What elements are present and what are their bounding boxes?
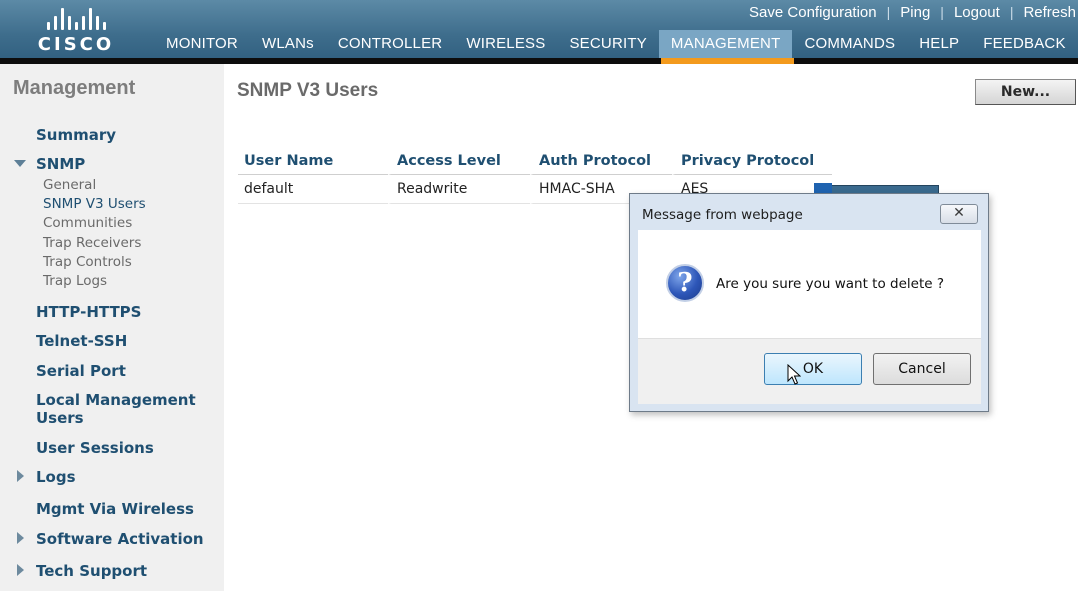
nav-security[interactable]: SECURITY	[557, 30, 658, 58]
sidebar-item-snmp[interactable]: SNMP	[36, 155, 85, 173]
logout-link[interactable]: Logout	[954, 4, 1000, 21]
utility-links: Save Configuration | Ping | Logout | Ref…	[749, 3, 1076, 21]
link-separator: |	[886, 4, 891, 20]
ok-button[interactable]: OK	[764, 353, 862, 385]
top-header: CISCO Save Configuration | Ping | Logout…	[0, 0, 1078, 64]
nav-management[interactable]: MANAGEMENT	[658, 30, 793, 58]
column-header-auth-protocol: Auth Protocol	[530, 148, 672, 175]
column-header-privacy-protocol: Privacy Protocol	[672, 148, 832, 175]
refresh-link[interactable]: Refresh	[1023, 4, 1076, 21]
sidebar-subitem-communities[interactable]: Communities	[43, 215, 132, 231]
close-icon[interactable]: ✕	[940, 204, 978, 224]
sidebar-subitem-trap-receivers[interactable]: Trap Receivers	[43, 235, 141, 251]
collapsed-arrow-icon[interactable]	[17, 532, 24, 544]
nav-wireless[interactable]: WIRELESS	[454, 30, 557, 58]
sidebar-item-serial-port[interactable]: Serial Port	[36, 362, 126, 380]
nav-controller[interactable]: CONTROLLER	[326, 30, 455, 58]
nav-wlans[interactable]: WLANs	[250, 30, 326, 58]
sidebar-item-local-management-users[interactable]: Local Management Users	[36, 391, 216, 427]
dialog-footer: OK Cancel	[638, 338, 981, 404]
dialog-message: Are you sure you want to delete ?	[716, 276, 945, 292]
expanded-arrow-icon[interactable]	[14, 160, 26, 167]
nav-feedback[interactable]: FEEDBACK	[971, 30, 1077, 58]
nav-commands[interactable]: COMMANDS	[792, 30, 907, 58]
cell-access-level: Readwrite	[388, 175, 530, 204]
table-header-row: User Name Access Level Auth Protocol Pri…	[238, 148, 832, 175]
ping-link[interactable]: Ping	[900, 4, 930, 21]
sidebar-subitem-trap-controls[interactable]: Trap Controls	[43, 254, 132, 270]
dialog-title: Message from webpage	[642, 207, 803, 223]
sidebar-item-http-https[interactable]: HTTP-HTTPS	[36, 303, 141, 321]
sidebar-item-logs[interactable]: Logs	[36, 468, 76, 486]
sidebar-subitem-general[interactable]: General	[43, 177, 96, 193]
sidebar-item-telnet-ssh[interactable]: Telnet-SSH	[36, 332, 127, 350]
sidebar-item-summary[interactable]: Summary	[36, 126, 116, 144]
confirm-dialog: Message from webpage ✕ ? Are you sure yo…	[629, 193, 989, 412]
page-title: SNMP V3 Users	[237, 80, 379, 101]
sidebar-item-mgmt-via-wireless[interactable]: Mgmt Via Wireless	[36, 500, 194, 518]
link-separator: |	[1009, 4, 1014, 20]
logo-text: CISCO	[37, 34, 115, 55]
question-icon: ?	[666, 264, 704, 302]
sidebar-item-user-sessions[interactable]: User Sessions	[36, 439, 154, 457]
cancel-button[interactable]: Cancel	[873, 353, 971, 385]
sidebar-item-tech-support[interactable]: Tech Support	[36, 562, 147, 580]
collapsed-arrow-icon[interactable]	[17, 470, 24, 482]
cell-user-name: default	[238, 175, 388, 204]
sidebar-subitem-trap-logs[interactable]: Trap Logs	[43, 273, 107, 289]
collapsed-arrow-icon[interactable]	[17, 564, 24, 576]
dialog-body: ? Are you sure you want to delete ?	[638, 230, 981, 338]
sidebar-title: Management	[13, 77, 136, 99]
sidebar: Management Summary SNMP General SNMP V3 …	[0, 64, 224, 591]
mouse-pointer-icon	[787, 364, 801, 385]
column-header-access-level: Access Level	[388, 148, 530, 175]
save-configuration-link[interactable]: Save Configuration	[749, 4, 877, 21]
sidebar-subitem-snmp-v3-users[interactable]: SNMP V3 Users	[43, 196, 146, 212]
new-user-button[interactable]: New...	[975, 79, 1076, 105]
sidebar-item-software-activation[interactable]: Software Activation	[36, 530, 204, 548]
active-tab-indicator	[661, 58, 794, 64]
column-header-user-name: User Name	[238, 148, 388, 175]
cisco-bridge-icon	[30, 6, 122, 30]
nav-help[interactable]: HELP	[907, 30, 971, 58]
cisco-logo: CISCO	[30, 6, 122, 55]
link-separator: |	[940, 4, 944, 20]
main-nav: MONITOR WLANs CONTROLLER WIRELESS SECURI…	[154, 30, 1078, 58]
nav-monitor[interactable]: MONITOR	[154, 30, 250, 58]
